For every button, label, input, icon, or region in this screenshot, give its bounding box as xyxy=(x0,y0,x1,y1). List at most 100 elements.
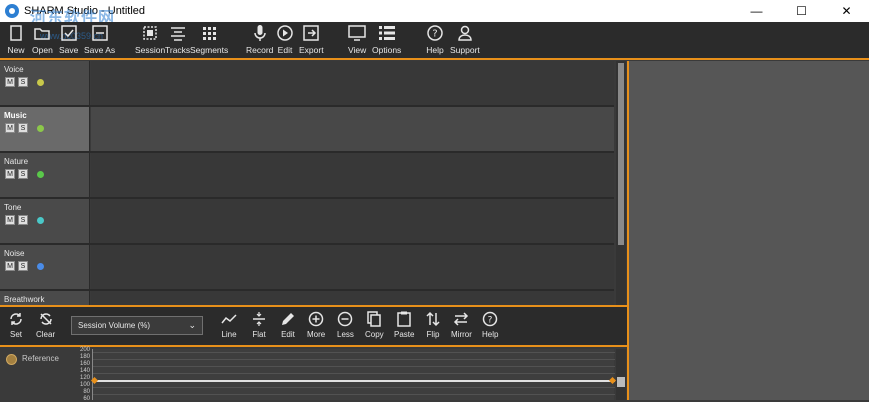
help-button[interactable]: ? Help xyxy=(426,24,444,55)
open-button[interactable]: Open xyxy=(32,24,53,55)
track-color-dot xyxy=(37,79,44,86)
scrollbar-thumb[interactable] xyxy=(618,63,624,245)
graph-scrollbar[interactable] xyxy=(616,349,626,400)
flat-icon xyxy=(253,312,265,326)
save-button[interactable]: Save xyxy=(59,24,78,55)
edit-button[interactable]: Edit xyxy=(276,24,294,55)
close-button[interactable]: ✕ xyxy=(824,0,869,22)
mute-button[interactable]: M xyxy=(5,123,15,133)
envelope-line[interactable] xyxy=(93,380,615,382)
track-header[interactable]: Voice M S xyxy=(0,61,90,105)
track-header[interactable]: Tone M S xyxy=(0,199,90,243)
track-lane[interactable] xyxy=(91,199,614,243)
y-axis: 200 180 160 140 120 100 80 60 xyxy=(62,347,92,402)
solo-button[interactable]: S xyxy=(18,123,28,133)
track-music[interactable]: Music M S xyxy=(0,107,614,151)
track-name: Nature xyxy=(4,157,29,166)
clear-button[interactable]: Clear xyxy=(36,311,55,339)
solo-button[interactable]: S xyxy=(18,77,28,87)
grid-line xyxy=(93,359,615,360)
copy-icon xyxy=(367,311,382,327)
track-color-dot xyxy=(37,263,44,270)
set-button[interactable]: Set xyxy=(8,311,24,339)
y-tick: 60 xyxy=(83,396,90,402)
main-toolbar: www.pc0359.cn New Open Save Save As Sess… xyxy=(0,22,869,60)
support-button[interactable]: Support xyxy=(450,24,480,55)
export-icon xyxy=(303,25,320,41)
reference-toggle[interactable] xyxy=(6,354,17,365)
track-breathwork[interactable]: Breathwork xyxy=(0,291,614,305)
y-tick: 140 xyxy=(79,368,90,374)
envelope-type-select[interactable]: Session Volume (%) ⌄ xyxy=(71,316,203,335)
track-voice[interactable]: Voice M S xyxy=(0,61,614,105)
save-as-button[interactable]: Save As xyxy=(84,24,115,55)
track-noise[interactable]: Noise M S xyxy=(0,245,614,289)
segments-button[interactable]: Segments xyxy=(190,24,228,55)
solo-button[interactable]: S xyxy=(18,261,28,271)
track-tone[interactable]: Tone M S xyxy=(0,199,614,243)
monitor-icon xyxy=(348,25,366,41)
solo-button[interactable]: S xyxy=(18,215,28,225)
envelope-help-button[interactable]: ? Help xyxy=(482,311,498,339)
envelope-plot[interactable] xyxy=(90,349,617,400)
mirror-button[interactable]: Mirror xyxy=(451,311,472,339)
less-button[interactable]: Less xyxy=(337,311,354,339)
paste-icon xyxy=(397,311,411,327)
mute-button[interactable]: M xyxy=(5,169,15,179)
view-button[interactable]: View xyxy=(348,24,366,55)
session-icon xyxy=(143,26,157,40)
edit-envelope-button[interactable]: Edit xyxy=(280,311,296,339)
refresh-icon xyxy=(10,313,22,325)
mute-button[interactable]: M xyxy=(5,215,15,225)
track-header[interactable]: Nature M S xyxy=(0,153,90,197)
mute-button[interactable]: M xyxy=(5,77,15,87)
track-lane[interactable] xyxy=(91,291,614,305)
line-button[interactable]: Line xyxy=(221,311,237,339)
track-lane[interactable] xyxy=(91,245,614,289)
flat-button[interactable]: Flat xyxy=(251,311,267,339)
maximize-button[interactable]: ☐ xyxy=(779,0,824,22)
new-button[interactable]: New xyxy=(7,24,25,55)
grid-line xyxy=(93,366,615,367)
clear-icon xyxy=(39,313,52,325)
paste-button[interactable]: Paste xyxy=(394,311,414,339)
track-nature[interactable]: Nature M S xyxy=(0,153,614,197)
copy-button[interactable]: Copy xyxy=(365,311,384,339)
envelope-graph: Reference 200 180 160 140 120 100 80 60 xyxy=(0,347,627,402)
tracks-scrollbar[interactable] xyxy=(616,61,626,305)
y-tick: 120 xyxy=(79,375,90,381)
scrollbar-thumb[interactable] xyxy=(617,377,625,387)
solo-button[interactable]: S xyxy=(18,169,28,179)
more-button[interactable]: More xyxy=(307,311,325,339)
mute-button[interactable]: M xyxy=(5,261,15,271)
y-tick: 160 xyxy=(79,361,90,367)
title-bar: SHARM Studio - Untitled 河东软件网 — ☐ ✕ xyxy=(0,0,869,27)
track-lane[interactable] xyxy=(91,61,614,105)
track-lane[interactable] xyxy=(91,107,614,151)
user-icon xyxy=(458,25,472,41)
reference-label: Reference xyxy=(22,354,59,363)
options-button[interactable]: Options xyxy=(372,24,401,55)
track-header[interactable]: Breathwork xyxy=(0,291,90,305)
flip-icon xyxy=(426,311,440,327)
record-button[interactable]: Record xyxy=(246,24,273,55)
save-icon xyxy=(60,25,77,41)
tracks-icon xyxy=(170,27,185,41)
tracks-button[interactable]: Tracks xyxy=(165,24,190,55)
app-logo-icon xyxy=(5,4,19,18)
play-edit-icon xyxy=(277,25,293,41)
session-button[interactable]: Session xyxy=(135,24,165,55)
folder-open-icon xyxy=(34,28,51,40)
track-header[interactable]: Music M S xyxy=(0,107,90,151)
envelope-point-start[interactable] xyxy=(90,376,99,385)
grid-line xyxy=(93,352,615,353)
track-lane[interactable] xyxy=(91,153,614,197)
chevron-down-icon: ⌄ xyxy=(188,320,196,330)
envelope-point-end[interactable] xyxy=(608,376,617,385)
flip-button[interactable]: Flip xyxy=(425,311,441,339)
export-button[interactable]: Export xyxy=(299,24,324,55)
track-header[interactable]: Noise M S xyxy=(0,245,90,289)
y-tick: 80 xyxy=(83,389,90,395)
track-name: Noise xyxy=(4,249,25,258)
minimize-button[interactable]: — xyxy=(734,0,779,22)
